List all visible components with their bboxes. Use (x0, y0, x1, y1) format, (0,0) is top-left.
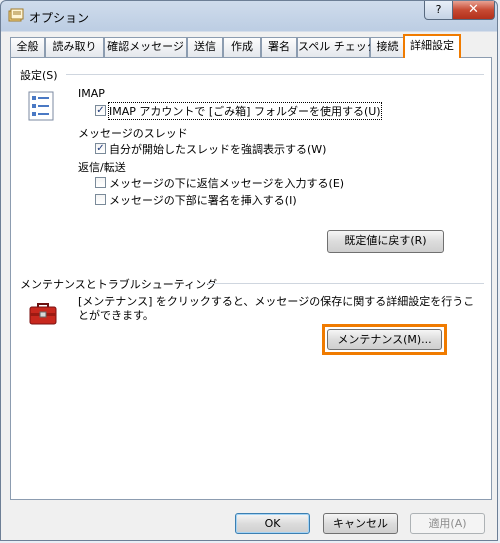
settings-section-title: 設定(S) (20, 69, 58, 82)
cancel-button[interactable]: キャンセル (323, 513, 398, 534)
signature-bottom-label[interactable]: メッセージの下部に署名を挿入する(I) (109, 192, 297, 208)
reply-heading: 返信/転送 (78, 161, 126, 174)
tab-general[interactable]: 全般 (10, 37, 45, 57)
ok-button[interactable]: OK (235, 513, 310, 534)
options-dialog: オプション ? ✕ 全般 読み取り 確認メッセージ 送信 作成 署名 スペル チ… (0, 0, 498, 541)
window-title: オプション (29, 11, 90, 25)
checklist-icon (28, 91, 54, 121)
reply-below-checkbox[interactable] (95, 177, 106, 188)
tab-strip: 全般 読み取り 確認メッセージ 送信 作成 署名 スペル チェック 接続 詳細設… (10, 34, 492, 58)
settings-divider (66, 74, 484, 75)
help-button[interactable]: ? (424, 1, 453, 20)
signature-bottom-checkbox[interactable] (95, 194, 106, 205)
maintenance-description: [メンテナンス] をクリックすると、メッセージの保存に関する詳細設定を行うことが… (78, 295, 475, 322)
tab-send[interactable]: 送信 (187, 37, 223, 57)
tab-spelling[interactable]: スペル チェック (297, 37, 378, 57)
tab-read[interactable]: 読み取り (45, 37, 104, 57)
toolbox-icon (29, 303, 57, 325)
apply-button[interactable]: 適用(A) (410, 513, 485, 534)
imap-trash-checkbox[interactable]: ✓ (95, 105, 106, 116)
restore-defaults-button[interactable]: 既定値に戻す(R) (327, 230, 444, 253)
maintenance-button[interactable]: メンテナンス(M)... (327, 329, 442, 350)
highlight-thread-checkbox[interactable]: ✓ (95, 143, 106, 154)
reply-below-label[interactable]: メッセージの下に返信メッセージを入力する(E) (109, 175, 344, 191)
close-button[interactable]: ✕ (452, 1, 495, 20)
tab-connection[interactable]: 接続 (370, 37, 405, 57)
imap-heading: IMAP (78, 87, 105, 100)
thread-heading: メッセージのスレッド (78, 127, 188, 140)
imap-trash-label[interactable]: IMAP アカウントで [ごみ箱] フォルダーを使用する(U) (108, 102, 382, 120)
tab-signatures[interactable]: 署名 (261, 37, 297, 57)
tab-receipts[interactable]: 確認メッセージ (104, 37, 187, 57)
title-bar: オプション ? ✕ (1, 1, 497, 31)
maintenance-section-title: メンテナンスとトラブルシューティング (20, 278, 218, 291)
highlight-thread-label[interactable]: 自分が開始したスレッドを強調表示する(W) (109, 141, 326, 157)
tab-compose[interactable]: 作成 (223, 37, 261, 57)
maintenance-divider (207, 283, 484, 284)
options-app-icon (8, 8, 24, 22)
advanced-panel: 設定(S) IMAP ✓ IMAP アカウントで [ごみ箱] フォルダーを使用す… (10, 57, 492, 500)
tab-advanced[interactable]: 詳細設定 (403, 34, 461, 58)
